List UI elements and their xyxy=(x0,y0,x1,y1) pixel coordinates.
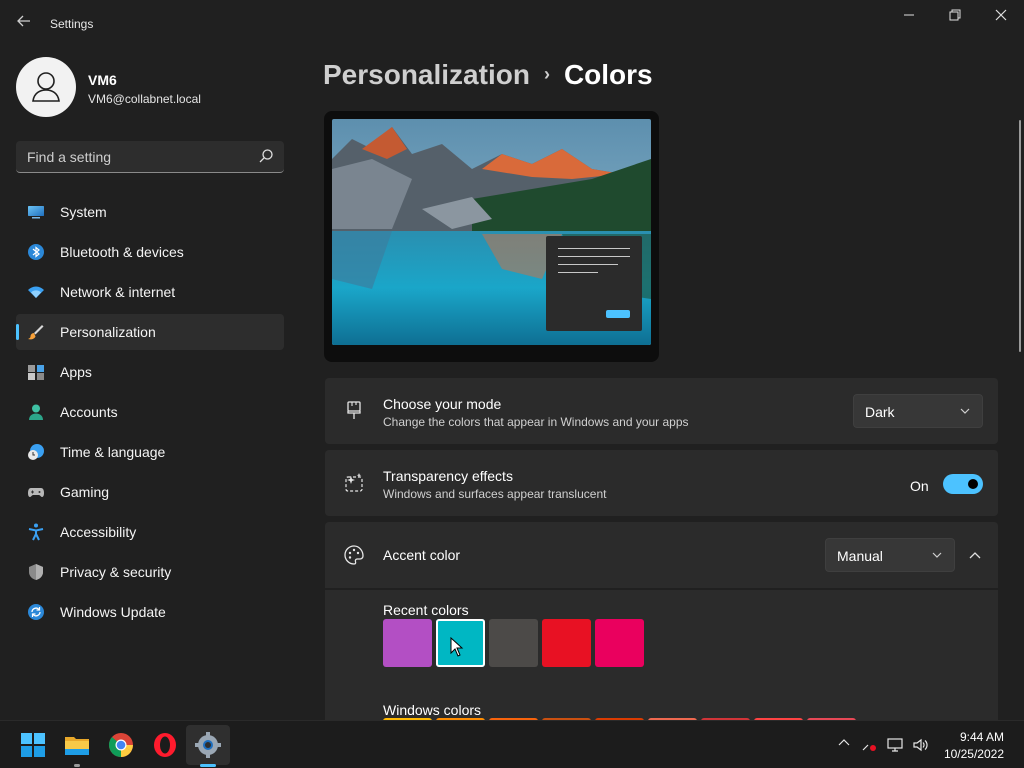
windows-colors-label: Windows colors xyxy=(383,702,482,718)
volume-icon[interactable] xyxy=(912,736,930,754)
close-icon[interactable] xyxy=(978,6,1024,28)
chevron-down-icon xyxy=(960,408,970,414)
accent-title: Accent color xyxy=(383,547,461,563)
minimize-icon[interactable] xyxy=(886,6,932,28)
apps-icon xyxy=(28,365,44,380)
file-explorer-icon[interactable] xyxy=(63,731,91,759)
update-icon xyxy=(28,604,44,620)
palette-icon xyxy=(344,545,364,565)
search-icon[interactable] xyxy=(258,148,274,164)
transparency-description: Windows and surfaces appear translucent xyxy=(383,487,607,501)
clock-time[interactable]: 9:44 AM xyxy=(960,730,1004,744)
accent-color-card[interactable]: Accent color Manual xyxy=(325,522,998,588)
chrome-icon[interactable] xyxy=(107,731,135,759)
sidebar-item-label: System xyxy=(60,204,107,220)
bluetooth-icon xyxy=(28,244,44,260)
app-active-indicator xyxy=(200,764,216,767)
scrollbar[interactable] xyxy=(1019,120,1021,352)
preview-window-mock xyxy=(546,236,642,331)
search-input[interactable]: Find a setting xyxy=(16,141,284,173)
sidebar-item-bluetooth[interactable]: Bluetooth & devices xyxy=(16,234,284,270)
wifi-icon xyxy=(28,286,44,298)
choose-mode-card: Choose your mode Change the colors that … xyxy=(325,378,998,444)
title-bar: Settings xyxy=(0,0,1024,48)
profile-email: VM6@collabnet.local xyxy=(88,92,201,106)
preview-accent-button xyxy=(606,310,630,318)
color-swatch[interactable] xyxy=(383,619,432,667)
paint-brush-icon xyxy=(347,401,361,419)
sidebar-nav: System Bluetooth & devices Network & int… xyxy=(16,194,284,634)
breadcrumb-parent[interactable]: Personalization xyxy=(323,59,530,90)
taskbar: 9:44 AM 10/25/2022 xyxy=(0,720,1024,768)
restore-icon[interactable] xyxy=(932,6,978,28)
back-arrow-icon[interactable] xyxy=(14,14,34,34)
sidebar-item-label: Personalization xyxy=(60,324,156,340)
mode-dropdown[interactable]: Dark xyxy=(853,394,983,428)
chevron-down-icon xyxy=(932,552,942,558)
sidebar-item-label: Accessibility xyxy=(60,524,137,540)
display-icon[interactable] xyxy=(886,736,904,754)
sidebar-item-network[interactable]: Network & internet xyxy=(16,274,284,310)
person-outline-icon xyxy=(32,72,60,102)
brush-icon xyxy=(28,325,44,340)
sidebar-item-accounts[interactable]: Accounts xyxy=(16,394,284,430)
sidebar-item-label: Privacy & security xyxy=(60,564,172,580)
sidebar-item-label: Network & internet xyxy=(60,284,176,300)
search-placeholder: Find a setting xyxy=(27,149,112,165)
mode-description: Change the colors that appear in Windows… xyxy=(383,415,689,429)
sidebar-item-label: Accounts xyxy=(60,404,118,420)
window-title: Settings xyxy=(50,17,94,31)
sidebar-item-gaming[interactable]: Gaming xyxy=(16,474,284,510)
sidebar-item-time-language[interactable]: Time & language xyxy=(16,434,284,470)
sidebar-item-label: Windows Update xyxy=(60,604,166,620)
shield-icon xyxy=(29,564,43,580)
profile-name: VM6 xyxy=(88,72,117,88)
windows-start-icon[interactable] xyxy=(19,731,47,759)
avatar[interactable] xyxy=(16,57,76,117)
sidebar-item-windows-update[interactable]: Windows Update xyxy=(16,594,284,630)
toggle-knob xyxy=(968,479,978,489)
sidebar-item-accessibility[interactable]: Accessibility xyxy=(16,514,284,550)
opera-icon[interactable] xyxy=(151,731,179,759)
sidebar-item-label: Apps xyxy=(60,364,92,380)
transparency-card: Transparency effects Windows and surface… xyxy=(325,450,998,516)
sidebar-item-label: Gaming xyxy=(60,484,110,500)
globe-clock-icon xyxy=(28,444,44,460)
transparency-toggle[interactable] xyxy=(943,474,983,494)
gamepad-icon xyxy=(28,488,44,497)
accent-dropdown[interactable]: Manual xyxy=(825,538,955,572)
monitor-icon xyxy=(28,206,44,219)
network-warning-icon[interactable] xyxy=(860,736,878,754)
sidebar-item-personalization[interactable]: Personalization xyxy=(16,314,284,350)
breadcrumb: Personalization › Colors xyxy=(323,59,653,91)
mode-dropdown-value: Dark xyxy=(865,404,895,420)
person-icon xyxy=(29,404,43,420)
accessibility-icon xyxy=(28,523,44,541)
chevron-up-tray-icon[interactable] xyxy=(835,736,853,754)
app-running-indicator xyxy=(74,764,80,767)
page-title: Colors xyxy=(563,59,653,90)
settings-gear-icon[interactable] xyxy=(194,731,222,759)
sidebar-item-privacy[interactable]: Privacy & security xyxy=(16,554,284,590)
chevron-up-icon[interactable] xyxy=(969,550,981,562)
mode-title: Choose your mode xyxy=(383,396,502,412)
color-swatch[interactable] xyxy=(595,619,644,667)
chevron-right-icon: › xyxy=(543,64,550,84)
sparkle-icon xyxy=(345,473,363,492)
transparency-title: Transparency effects xyxy=(383,468,513,484)
sidebar-item-system[interactable]: System xyxy=(16,194,284,230)
color-swatch[interactable] xyxy=(489,619,538,667)
sidebar-item-label: Time & language xyxy=(60,444,166,460)
mouse-cursor-icon xyxy=(450,637,464,657)
recent-colors-label: Recent colors xyxy=(383,602,469,618)
sidebar-item-label: Bluetooth & devices xyxy=(60,244,184,260)
transparency-state-label: On xyxy=(910,478,929,494)
sidebar-item-apps[interactable]: Apps xyxy=(16,354,284,390)
color-swatch[interactable] xyxy=(542,619,591,667)
clock-date[interactable]: 10/25/2022 xyxy=(944,747,1004,761)
accent-dropdown-value: Manual xyxy=(837,548,883,564)
